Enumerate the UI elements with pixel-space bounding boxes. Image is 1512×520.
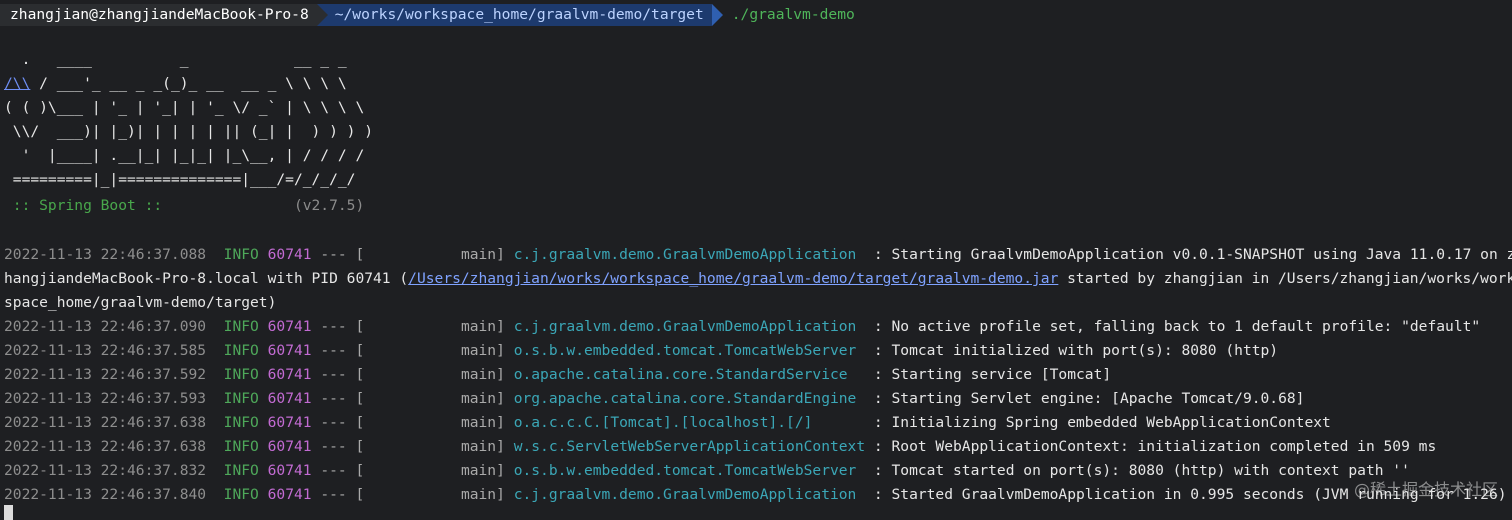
log-level: INFO xyxy=(223,318,259,335)
log-row: 2022-11-13 22:46:37.593 INFO 60741 --- [… xyxy=(4,387,1304,411)
banner-line-2-rest: / ___'_ __ _ _(_)_ __ __ _ \ \ \ \ xyxy=(30,75,347,92)
log-level: INFO xyxy=(223,438,259,455)
log-logger: c.j.graalvm.demo.GraalvmDemoApplication xyxy=(513,318,866,335)
prompt-user-host: zhangjian@zhangjiandeMacBook-Pro-8 xyxy=(0,4,328,26)
log-pid: 60741 xyxy=(267,414,312,431)
log-level: INFO xyxy=(223,342,259,359)
log-row: 2022-11-13 22:46:37.840 INFO 60741 --- [… xyxy=(4,483,1507,507)
log-separator: --- [ xyxy=(320,390,365,407)
log-thread: main] xyxy=(364,462,505,479)
log-logger: o.s.b.w.embedded.tomcat.TomcatWebServer xyxy=(513,462,866,479)
log-pid: 60741 xyxy=(267,342,312,359)
log-row-continued: space_home/graalvm-demo/target) xyxy=(4,294,277,311)
banner-line-5: ' |____| .__|_| |_|_| |_\__, | / / / / xyxy=(4,147,365,164)
log-thread: main] xyxy=(364,342,505,359)
log-pid: 60741 xyxy=(267,390,312,407)
log-separator: --- [ xyxy=(320,438,365,455)
log-separator: --- [ xyxy=(320,342,365,359)
log-message: : Starting service [Tomcat] xyxy=(865,366,1112,383)
log-pid: 60741 xyxy=(267,318,312,335)
log-message: : Starting GraalvmDemoApplication v0.0.1… xyxy=(865,246,1512,263)
log-timestamp: 2022-11-13 22:46:37.638 xyxy=(4,414,207,431)
log-thread: main] xyxy=(364,366,505,383)
log-row: 2022-11-13 22:46:37.585 INFO 60741 --- [… xyxy=(4,339,1278,363)
shell-prompt: zhangjian@zhangjiandeMacBook-Pro-8 ~/wor… xyxy=(0,4,855,26)
log-timestamp: 2022-11-13 22:46:37.638 xyxy=(4,438,207,455)
spring-boot-label: :: Spring Boot :: xyxy=(4,197,163,214)
log-message: : No active profile set, falling back to… xyxy=(865,318,1481,335)
log-level: INFO xyxy=(223,486,259,503)
jar-path-link[interactable]: /Users/zhangjian/works/workspace_home/gr… xyxy=(408,270,1058,287)
banner-line-4: \\/ ___)| |_)| | | | | || (_| | ) ) ) ) xyxy=(4,123,374,140)
log-level: INFO xyxy=(223,390,259,407)
log-timestamp: 2022-11-13 22:46:37.090 xyxy=(4,318,207,335)
log-level: INFO xyxy=(223,414,259,431)
log-row: 2022-11-13 22:46:37.638 INFO 60741 --- [… xyxy=(4,435,1436,459)
log-thread: main] xyxy=(364,414,505,431)
log-row: 2022-11-13 22:46:37.088 INFO 60741 --- [… xyxy=(4,243,1512,267)
log-thread: main] xyxy=(364,318,505,335)
log-row: 2022-11-13 22:46:37.832 INFO 60741 --- [… xyxy=(4,459,1410,483)
watermark: @稀土掘金技术社区 xyxy=(1353,480,1498,499)
prompt-command: ./graalvm-demo xyxy=(731,6,855,23)
log-message: : Starting Servlet engine: [Apache Tomca… xyxy=(865,390,1305,407)
log-logger: o.a.c.c.C.[Tomcat].[localhost].[/] xyxy=(513,414,866,431)
log-logger: w.s.c.ServletWebServerApplicationContext xyxy=(513,438,866,455)
log-logger: o.apache.catalina.core.StandardService xyxy=(513,366,866,383)
terminal-window[interactable]: zhangjian@zhangjiandeMacBook-Pro-8 ~/wor… xyxy=(0,0,1512,520)
log-pid: 60741 xyxy=(267,462,312,479)
spring-boot-line: :: Spring Boot :: (v2.7.5) xyxy=(4,194,364,218)
banner-line-6: =========|_|==============|___/=/_/_/_/ xyxy=(4,171,356,188)
log-level: INFO xyxy=(223,366,259,383)
log-logger: org.apache.catalina.core.StandardEngine xyxy=(513,390,866,407)
log-logger: o.s.b.w.embedded.tomcat.TomcatWebServer xyxy=(513,342,866,359)
log-separator: --- [ xyxy=(320,366,365,383)
log-message: : Root WebApplicationContext: initializa… xyxy=(865,438,1437,455)
log-pid: 60741 xyxy=(267,438,312,455)
banner-line-2: /\\ / ___'_ __ _ _(_)_ __ __ _ \ \ \ \ xyxy=(4,72,347,96)
log-message: : Tomcat started on port(s): 8080 (http)… xyxy=(865,462,1410,479)
log-message: : Tomcat initialized with port(s): 8080 … xyxy=(865,342,1279,359)
log-pid: 60741 xyxy=(267,366,312,383)
log-pid: 60741 xyxy=(267,246,312,263)
terminal-cursor xyxy=(4,505,13,520)
log-timestamp: 2022-11-13 22:46:37.088 xyxy=(4,246,207,263)
log-message: : Initializing Spring embedded WebApplic… xyxy=(865,414,1331,431)
log-pid: 60741 xyxy=(267,486,312,503)
log-level: INFO xyxy=(223,246,259,263)
log-thread: main] xyxy=(364,246,505,263)
log-timestamp: 2022-11-13 22:46:37.593 xyxy=(4,390,207,407)
banner-line-1: . ____ _ __ _ _ xyxy=(4,51,347,68)
log-thread: main] xyxy=(364,390,505,407)
log-thread: main] xyxy=(364,438,505,455)
log-thread: main] xyxy=(364,486,505,503)
spring-boot-version: (v2.7.5) xyxy=(293,197,365,214)
log-row-continued: hangjiandeMacBook-Pro-8.local with PID 6… xyxy=(4,270,1512,287)
log-row: 2022-11-13 22:46:37.592 INFO 60741 --- [… xyxy=(4,363,1111,387)
prompt-cwd: ~/works/workspace_home/graalvm-demo/targ… xyxy=(316,4,723,26)
banner-link[interactable]: /\\ xyxy=(4,75,30,92)
log-logger: c.j.graalvm.demo.GraalvmDemoApplication xyxy=(513,246,866,263)
log-separator: --- [ xyxy=(320,318,365,335)
log-separator: --- [ xyxy=(320,462,365,479)
log-separator: --- [ xyxy=(320,414,365,431)
log-row: 2022-11-13 22:46:37.638 INFO 60741 --- [… xyxy=(4,411,1331,435)
log-timestamp: 2022-11-13 22:46:37.832 xyxy=(4,462,207,479)
log-timestamp: 2022-11-13 22:46:37.585 xyxy=(4,342,207,359)
log-separator: --- [ xyxy=(320,246,365,263)
log-logger: c.j.graalvm.demo.GraalvmDemoApplication xyxy=(513,486,866,503)
log-level: INFO xyxy=(223,462,259,479)
log-row: 2022-11-13 22:46:37.090 INFO 60741 --- [… xyxy=(4,315,1480,339)
log-timestamp: 2022-11-13 22:46:37.840 xyxy=(4,486,207,503)
log-separator: --- [ xyxy=(320,486,365,503)
banner-line-3: ( ( )\___ | '_ | '_| | '_ \/ _` | \ \ \ … xyxy=(4,99,365,116)
log-timestamp: 2022-11-13 22:46:37.592 xyxy=(4,366,207,383)
